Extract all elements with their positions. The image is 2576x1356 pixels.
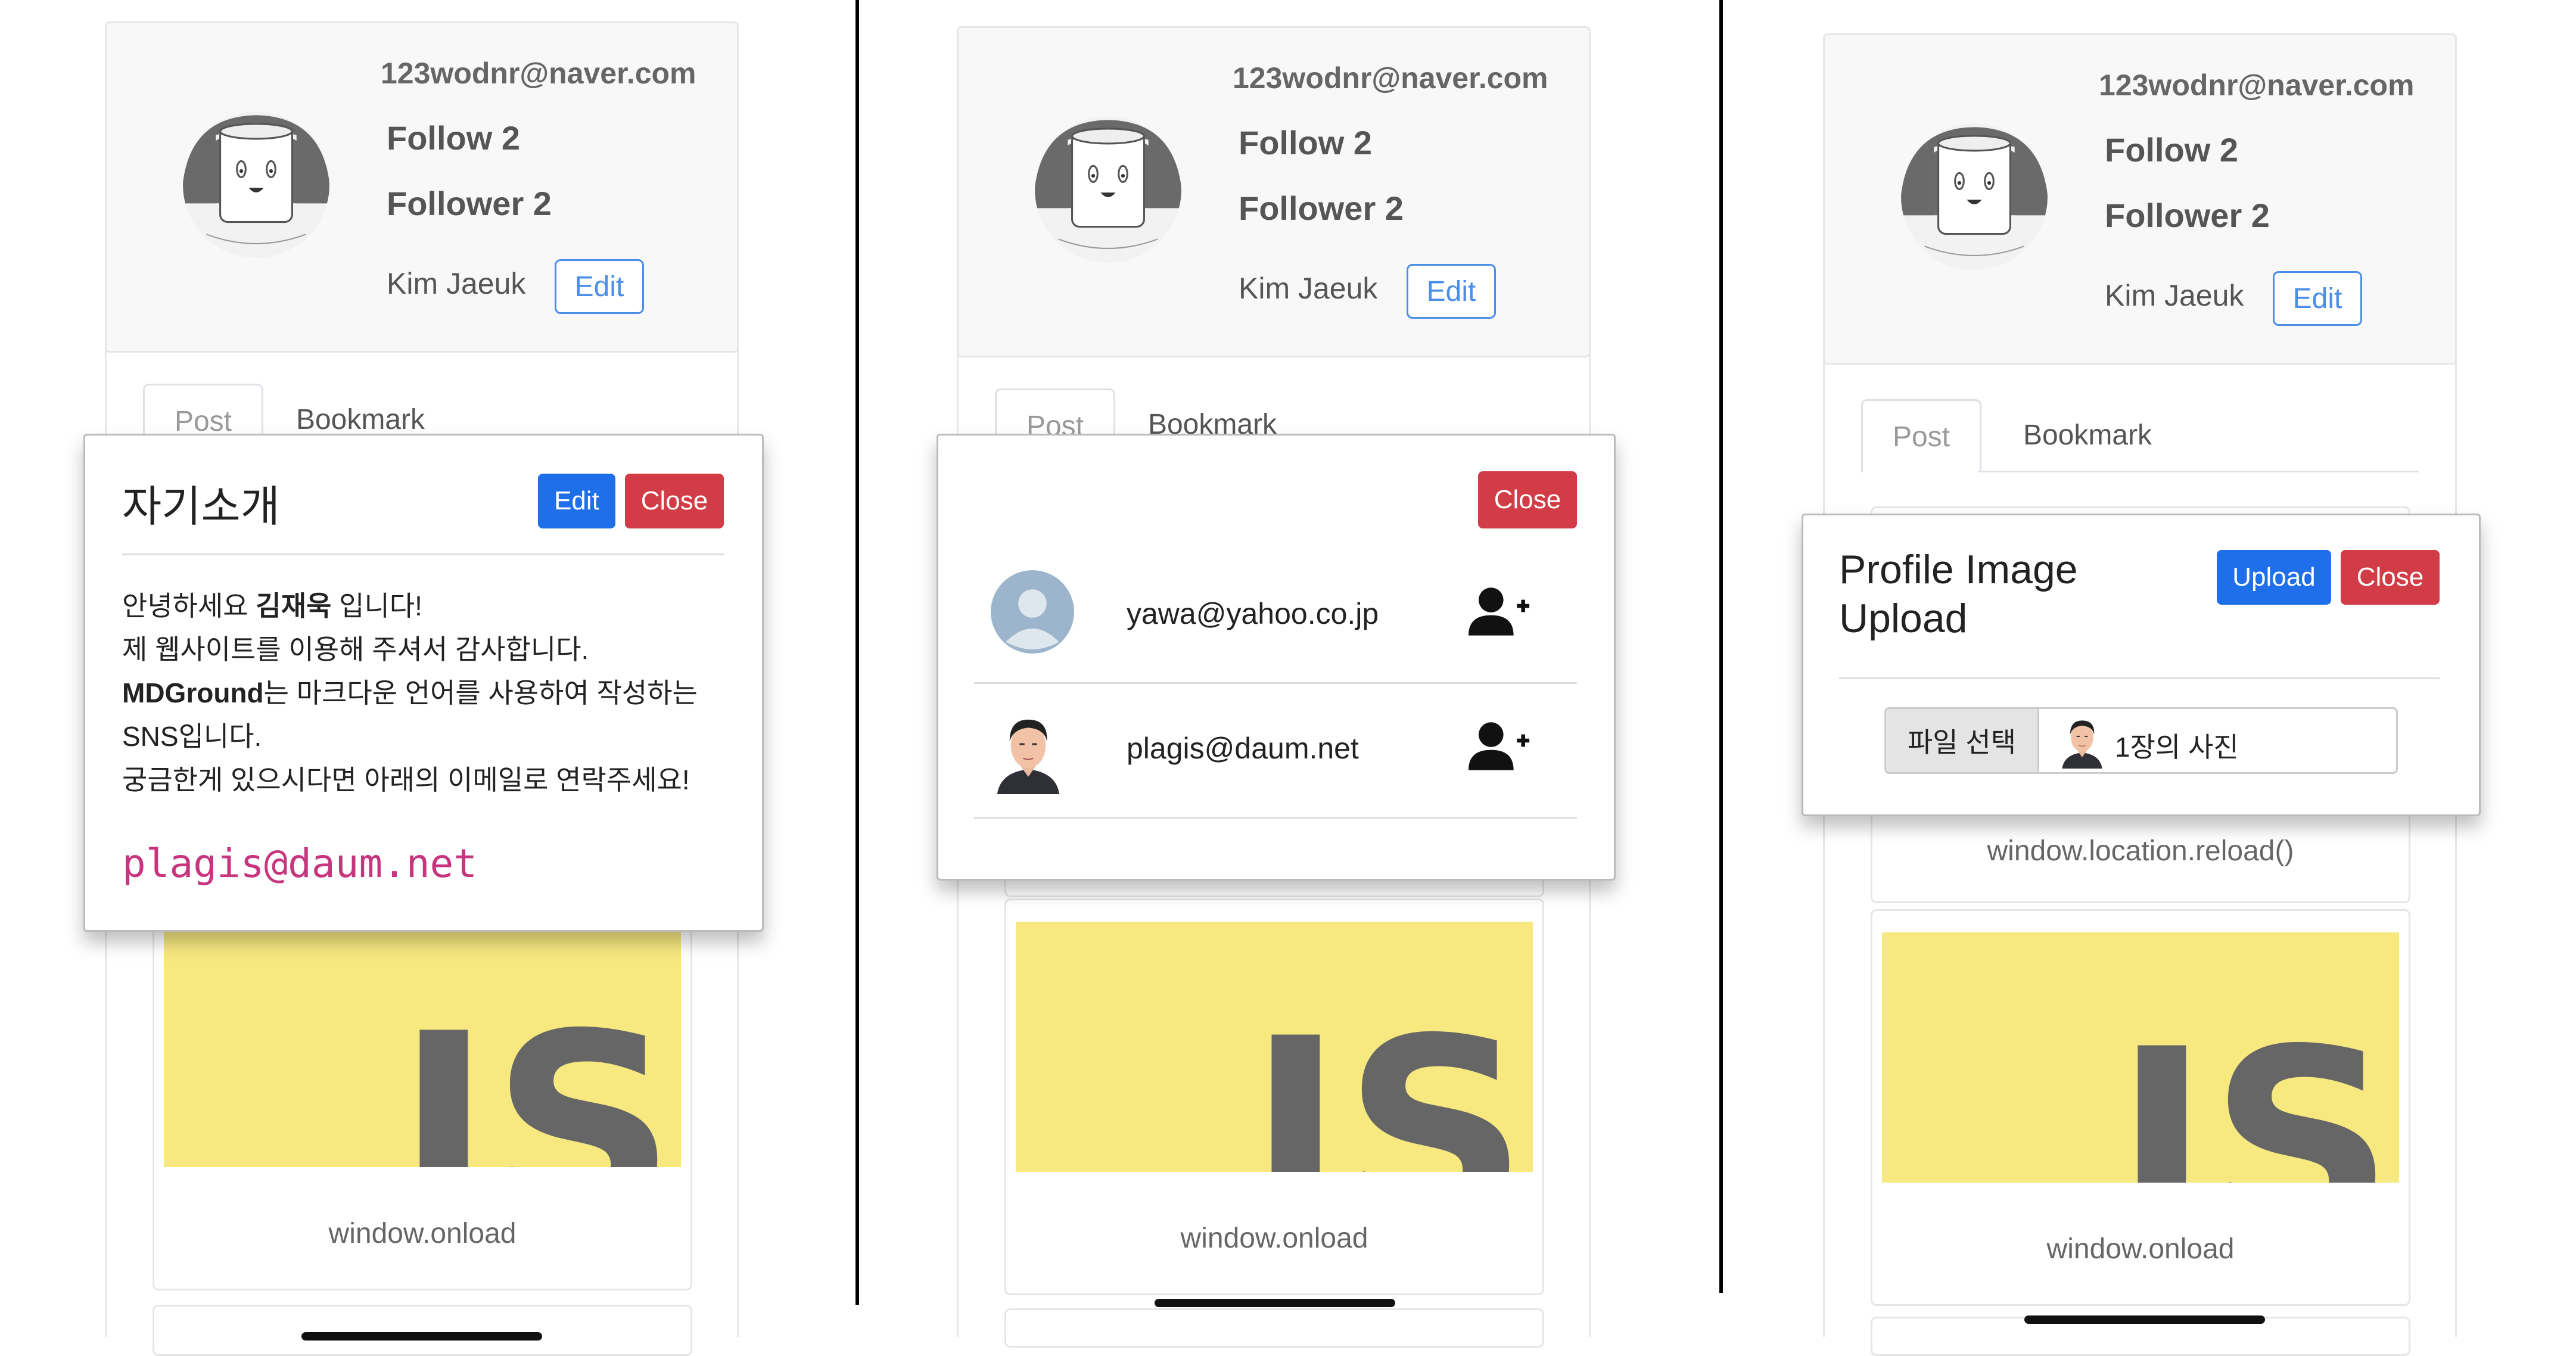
intro-edit-button[interactable]: Edit (538, 474, 615, 528)
post-card[interactable]: JS window.onload (1004, 898, 1544, 1295)
edit-profile-button[interactable]: Edit (1407, 264, 1496, 319)
intro-modal: 자기소개 Edit Close 안녕하세요 김재욱 입니다! 제 웹사이트를 이… (83, 434, 764, 932)
user-plus-icon[interactable] (1469, 586, 1530, 637)
js-logo-image: JS (164, 917, 681, 1167)
profile-email: 123wodnr@naver.com (1233, 61, 1548, 95)
js-logo-text: JS (2114, 995, 2394, 1183)
profile-card: 123wodnr@naver.com Follow 2 Follower 2 K… (1823, 33, 2457, 365)
home-indicator (1155, 1299, 1395, 1307)
follow-count[interactable]: Follow 2 (1239, 123, 1372, 162)
js-logo-text: JS (1248, 984, 1528, 1172)
upload-modal-close-button[interactable]: Close (2341, 550, 2440, 605)
file-select-button[interactable]: 파일 선택 (1886, 709, 2039, 772)
js-logo-text: JS (396, 979, 676, 1167)
intro-body: 안녕하세요 김재욱 입니다! 제 웹사이트를 이용해 주셔서 감사합니다. MD… (122, 584, 698, 802)
file-input[interactable]: 파일 선택 1장의 사진 (1884, 707, 2398, 774)
tab-post[interactable]: Post (1861, 399, 1981, 472)
intro-site-name: MDGround (122, 677, 264, 708)
edit-profile-button[interactable]: Edit (2273, 271, 2362, 326)
profile-name: Kim Jaeuk (1239, 272, 1378, 305)
post-card-next[interactable] (153, 1305, 692, 1356)
follow-list-item[interactable]: plagis@daum.net (974, 683, 1577, 819)
intro-description: 는 마크다운 언어를 사용하여 작성하는 (263, 677, 698, 708)
tab-bookmark[interactable]: Bookmark (1998, 399, 2177, 471)
follow-modal-close-button[interactable]: Close (1478, 471, 1577, 528)
intro-modal-divider (122, 553, 724, 555)
profile-card: 123wodnr@naver.com Follow 2 Follower 2 K… (957, 26, 1591, 357)
upload-button[interactable]: Upload (2217, 550, 2331, 605)
profile-avatar[interactable] (1900, 122, 2049, 271)
upload-modal-divider (1839, 677, 2440, 679)
intro-thanks: 제 웹사이트를 이용해 주셔서 감사합니다. (122, 634, 589, 665)
intro-author-name: 김재욱 (256, 590, 332, 621)
upload-modal-title-line2: Upload (1839, 596, 1968, 641)
follower-count[interactable]: Follower 2 (2105, 196, 2270, 235)
profile-avatar[interactable] (1034, 115, 1183, 264)
profile-card: 123wodnr@naver.com Follow 2 Follower 2 K… (105, 21, 739, 353)
follow-count[interactable]: Follow 2 (2105, 130, 2238, 169)
intro-contact: 궁금한게 있으시다면 아래의 이메일로 연락주세요! (122, 764, 690, 795)
post-caption: window.onload (1180, 1223, 1368, 1254)
edit-profile-button[interactable]: Edit (555, 259, 644, 314)
screen-upload-modal: 123wodnr@naver.com Follow 2 Follower 2 K… (1723, 0, 2576, 1356)
intro-greeting: 안녕하세요 (122, 590, 256, 621)
profile-avatar[interactable] (182, 110, 331, 259)
screen-follow-modal: 123wodnr@naver.com Follow 2 Follower 2 K… (859, 0, 1717, 1348)
profile-name: Kim Jaeuk (2105, 279, 2244, 312)
follower-count[interactable]: Follower 2 (1239, 189, 1404, 228)
user-avatar-portrait (991, 707, 1066, 794)
profile-name: Kim Jaeuk (387, 267, 526, 300)
intro-email-code: plagis@daum.net (122, 841, 478, 887)
post-caption-reload: window.location.reload() (1987, 835, 2294, 867)
upload-modal-title-line1: Profile Image (1839, 547, 2078, 592)
intro-close-button[interactable]: Close (625, 474, 724, 528)
follower-count[interactable]: Follower 2 (387, 184, 552, 223)
home-indicator (301, 1332, 542, 1341)
user-plus-icon[interactable] (1469, 720, 1530, 772)
post-caption: window.onload (328, 1218, 517, 1249)
js-logo-image: JS (1016, 922, 1533, 1172)
screen-intro-modal: 123wodnr@naver.com Follow 2 Follower 2 K… (0, 0, 858, 1356)
follow-list-modal: Close yawa@yahoo.co.jp plagis@daum.net (937, 434, 1616, 881)
tabs-baseline (1978, 471, 2419, 472)
user-avatar-default (991, 570, 1074, 654)
profile-email: 123wodnr@naver.com (2099, 69, 2415, 102)
upload-modal-title: Profile Image Upload (1839, 545, 2078, 643)
post-card-next[interactable] (1004, 1308, 1544, 1348)
intro-modal-title: 자기소개 (122, 483, 280, 531)
intro-greeting-end: 입니다! (331, 590, 422, 621)
post-card[interactable]: JS window.onload (1871, 909, 2410, 1306)
profile-email: 123wodnr@naver.com (381, 57, 696, 90)
follow-count[interactable]: Follow 2 (387, 119, 520, 157)
follow-user-email: yawa@yahoo.co.jp (1127, 597, 1379, 630)
selected-photo-thumbnail (2055, 713, 2109, 769)
follow-list-item[interactable]: yawa@yahoo.co.jp (974, 549, 1577, 684)
intro-sns: SNS입니다. (122, 721, 262, 752)
profile-image-upload-modal: Profile Image Upload Upload Close 파일 선택 … (1802, 514, 2481, 816)
post-caption: window.onload (2046, 1233, 2235, 1265)
home-indicator (2024, 1315, 2265, 1324)
post-card[interactable]: JS window.onload (153, 894, 692, 1290)
follow-user-email: plagis@daum.net (1127, 732, 1359, 765)
file-status-text: 1장의 사진 (2115, 732, 2239, 763)
js-logo-image: JS (1882, 932, 2399, 1183)
